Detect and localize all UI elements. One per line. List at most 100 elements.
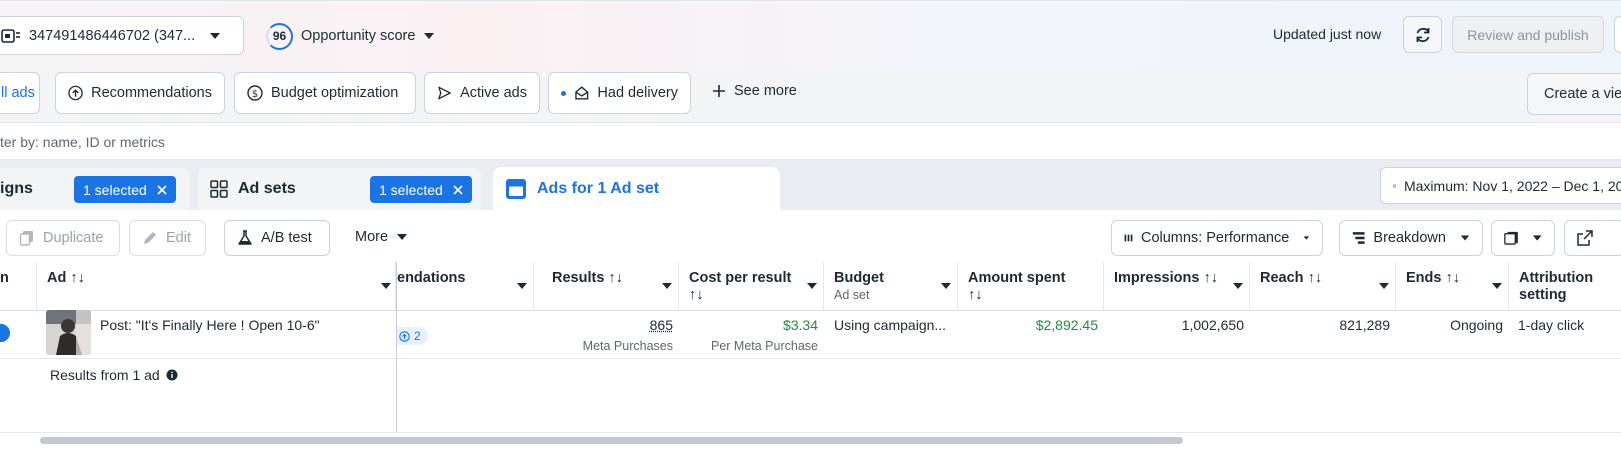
tab-campaigns[interactable]: igns 1 selected bbox=[0, 168, 190, 210]
caret-down-icon[interactable] bbox=[807, 283, 817, 289]
chip-budget-optimization[interactable]: $ Budget optimization bbox=[234, 72, 416, 114]
tab-ads[interactable]: Ads for 1 Ad set bbox=[493, 167, 780, 211]
sort-icon[interactable]: ↑↓ bbox=[1203, 270, 1218, 286]
close-icon[interactable] bbox=[157, 185, 167, 195]
columns-icon bbox=[1124, 231, 1133, 245]
chip-all-ads[interactable]: ll ads bbox=[0, 72, 40, 114]
cell-results[interactable]: 865 bbox=[534, 317, 673, 333]
caret-down-icon bbox=[1532, 234, 1542, 242]
tab-ad-sets-label: Ad sets bbox=[238, 180, 296, 198]
column-header-amount-label: Amount spent bbox=[968, 270, 1065, 286]
column-header-results[interactable]: Results ↑↓ bbox=[534, 262, 679, 311]
pencil-icon bbox=[142, 230, 158, 246]
edit-label: Edit bbox=[166, 230, 191, 246]
caret-down-icon[interactable] bbox=[941, 283, 951, 289]
envelope-open-icon bbox=[574, 85, 590, 101]
more-button[interactable]: More bbox=[355, 229, 408, 245]
ad-name[interactable]: Post: "It's Finally Here ! Open 10-6" bbox=[100, 317, 320, 333]
grid-icon bbox=[210, 180, 228, 198]
see-more-button[interactable]: See more bbox=[712, 83, 797, 99]
reports-button[interactable] bbox=[1491, 220, 1555, 256]
ab-test-label: A/B test bbox=[261, 230, 312, 246]
close-icon[interactable] bbox=[453, 185, 463, 195]
create-view-button[interactable]: Create a view bbox=[1527, 73, 1621, 115]
campaigns-selected-label: 1 selected bbox=[83, 182, 147, 198]
calendar-icon bbox=[1393, 178, 1396, 194]
column-header-attribution-text: Attribution setting bbox=[1519, 270, 1593, 304]
sort-icon[interactable]: ↑↓ bbox=[1445, 270, 1460, 286]
caret-down-icon bbox=[209, 32, 221, 40]
chip-recommendations-label: Recommendations bbox=[91, 85, 212, 101]
account-selector[interactable]: 347491486446702 (347... bbox=[0, 16, 244, 55]
cell-attribution: 1-day click bbox=[1518, 317, 1584, 333]
account-label: 347491486446702 (347... bbox=[29, 28, 195, 44]
search-input[interactable]: ter by: name, ID or metrics bbox=[0, 134, 165, 150]
column-header-attribution[interactable]: Attribution setting bbox=[1509, 262, 1621, 311]
caret-down-icon[interactable] bbox=[1379, 283, 1389, 289]
caret-down-icon bbox=[396, 233, 408, 241]
column-header-cost-per-result[interactable]: Cost per result ↑↓ bbox=[679, 262, 824, 311]
sort-icon[interactable]: ↑↓ bbox=[1308, 270, 1323, 286]
adsets-selected-chip[interactable]: 1 selected bbox=[370, 176, 472, 203]
scrollbar-thumb[interactable] bbox=[40, 437, 1183, 444]
column-header-impressions[interactable]: Impressions ↑↓ bbox=[1104, 262, 1250, 311]
column-header-reach[interactable]: Reach ↑↓ bbox=[1250, 262, 1396, 311]
column-header-amount-spent[interactable]: Amount spent ↑↓ bbox=[958, 262, 1104, 311]
refresh-button[interactable] bbox=[1403, 16, 1442, 53]
review-and-publish-button[interactable]: Review and publish bbox=[1452, 16, 1604, 53]
caret-down-icon[interactable] bbox=[381, 283, 391, 289]
caret-down-icon[interactable] bbox=[1233, 283, 1243, 289]
columns-button[interactable]: Columns: Performance bbox=[1111, 220, 1323, 256]
column-header-ad-label: Ad bbox=[47, 270, 66, 286]
dollar-circle-icon: $ bbox=[247, 85, 263, 101]
cell-budget: Using campaign... bbox=[834, 317, 946, 333]
caret-down-icon[interactable] bbox=[517, 283, 527, 289]
ad-icon bbox=[505, 178, 527, 200]
date-range-picker[interactable]: Maximum: Nov 1, 2022 – Dec 1, 2022 bbox=[1380, 167, 1621, 204]
recommendations-badge[interactable]: 2 bbox=[397, 327, 428, 345]
ab-test-button[interactable]: A/B test bbox=[224, 220, 330, 256]
duplicate-label: Duplicate bbox=[43, 230, 103, 246]
ad-account-icon bbox=[1, 28, 21, 44]
opportunity-score-value: 96 bbox=[273, 29, 286, 43]
info-icon[interactable] bbox=[166, 369, 178, 381]
sort-icon[interactable]: ↑↓ bbox=[70, 270, 85, 286]
export-button[interactable] bbox=[1564, 220, 1621, 256]
chip-had-delivery[interactable]: Had delivery bbox=[548, 72, 691, 114]
row-divider bbox=[0, 358, 1621, 359]
tab-ad-sets[interactable]: Ad sets 1 selected bbox=[198, 168, 481, 210]
sort-icon[interactable]: ↑↓ bbox=[689, 287, 704, 303]
sort-icon[interactable]: ↑↓ bbox=[968, 287, 983, 303]
column-header-ad-text: Ad ↑↓ bbox=[47, 270, 85, 287]
date-range-label: Maximum: Nov 1, 2022 – Dec 1, 2022 bbox=[1404, 178, 1621, 194]
search-bar[interactable]: ter by: name, ID or metrics bbox=[0, 122, 1621, 160]
active-dot bbox=[561, 91, 566, 96]
caret-down-icon bbox=[1460, 234, 1470, 242]
breakdown-button[interactable]: Breakdown bbox=[1339, 220, 1483, 256]
column-header-budget-label: Budget bbox=[834, 270, 884, 286]
duplicate-button[interactable]: Duplicate bbox=[6, 220, 120, 256]
caret-down-icon[interactable] bbox=[662, 283, 672, 289]
column-header-status[interactable]: n bbox=[0, 262, 37, 311]
chip-active-ads[interactable]: Active ads bbox=[424, 72, 540, 114]
campaigns-selected-chip[interactable]: 1 selected bbox=[74, 176, 176, 203]
overflow-button[interactable] bbox=[1614, 16, 1621, 53]
arrow-up-circle-icon bbox=[399, 331, 410, 342]
caret-down-icon[interactable] bbox=[1492, 283, 1502, 289]
chip-recommendations[interactable]: Recommendations bbox=[55, 72, 225, 114]
column-header-ends[interactable]: Ends ↑↓ bbox=[1396, 262, 1509, 311]
sort-icon[interactable]: ↑↓ bbox=[608, 270, 623, 286]
ad-thumbnail[interactable] bbox=[46, 310, 91, 355]
svg-text:$: $ bbox=[252, 89, 258, 100]
column-header-budget[interactable]: Budget Ad set bbox=[824, 262, 958, 311]
column-header-attribution-line2: setting bbox=[1519, 287, 1567, 303]
opportunity-score-button[interactable]: 96 Opportunity score bbox=[266, 20, 435, 52]
cell-ends: Ongoing bbox=[1396, 317, 1503, 333]
tab-ads-label: Ads for 1 Ad set bbox=[537, 180, 659, 198]
column-header-ad[interactable]: Ad ↑↓ bbox=[37, 262, 396, 311]
edit-button[interactable]: Edit bbox=[129, 220, 206, 256]
reports-icon bbox=[1504, 230, 1520, 246]
caret-down-icon bbox=[423, 32, 435, 40]
column-header-budget-sub: Ad set bbox=[834, 288, 869, 302]
column-header-recommendations[interactable]: endations bbox=[397, 262, 534, 311]
